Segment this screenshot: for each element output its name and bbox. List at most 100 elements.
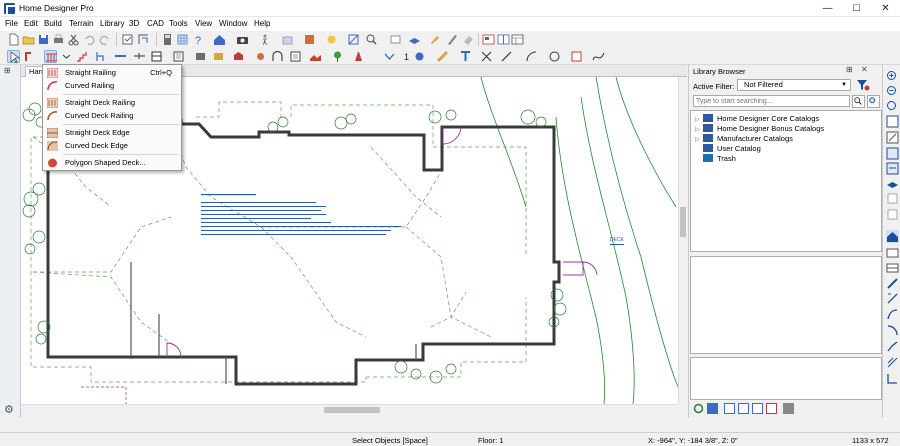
- render-icon[interactable]: [303, 33, 316, 46]
- select-arrow-icon[interactable]: [7, 50, 20, 64]
- cad-box-icon[interactable]: [570, 50, 583, 63]
- dormer-tool-icon[interactable]: [271, 50, 284, 63]
- menu-item-curved-railing[interactable]: Curved Railing: [43, 80, 181, 92]
- space-tool-icon[interactable]: [289, 50, 302, 63]
- view-grid-icon[interactable]: [766, 403, 777, 414]
- menu-cad[interactable]: CAD: [147, 19, 164, 28]
- menu-item-polygon-shaped-deck[interactable]: Polygon Shaped Deck...: [43, 157, 181, 169]
- callout-tool-icon[interactable]: [413, 50, 426, 63]
- vertical-scrollbar[interactable]: [678, 77, 687, 404]
- text-label-icon[interactable]: [459, 50, 472, 63]
- gear-icon[interactable]: ⚙: [4, 403, 14, 416]
- menu-terrain[interactable]: Terrain: [69, 19, 93, 28]
- home-icon[interactable]: [886, 230, 899, 243]
- cad-arc-icon[interactable]: [525, 50, 538, 63]
- maximize-button[interactable]: ☐: [842, 0, 871, 17]
- door-tool-icon[interactable]: [114, 50, 127, 63]
- catalog-options-icon[interactable]: [783, 403, 794, 414]
- search-options-icon[interactable]: [867, 95, 880, 108]
- close-icon[interactable]: ✕: [861, 65, 868, 74]
- text-tool-icon[interactable]: [383, 50, 396, 63]
- sun-tool-icon[interactable]: [254, 50, 267, 63]
- grid-icon[interactable]: [176, 33, 189, 46]
- road-tool-icon[interactable]: [352, 50, 365, 63]
- terrain-tool-icon[interactable]: [309, 50, 322, 63]
- refresh-icon[interactable]: [693, 403, 704, 414]
- view-elevation-icon[interactable]: [886, 246, 899, 259]
- fixture-tool-icon[interactable]: [150, 50, 163, 63]
- expand-icon[interactable]: ▷: [695, 116, 703, 123]
- stairs-tool-icon[interactable]: [76, 50, 89, 63]
- open-folder-icon[interactable]: [22, 33, 35, 46]
- railing-tool-icon[interactable]: [44, 50, 57, 63]
- expand-icon[interactable]: ▷: [695, 126, 703, 133]
- view-section-icon[interactable]: [886, 261, 899, 274]
- transparency-icon[interactable]: [281, 33, 294, 46]
- align-view-icon[interactable]: [886, 372, 899, 385]
- edit-area-icon[interactable]: [347, 33, 360, 46]
- undo-icon[interactable]: [83, 33, 96, 46]
- layer-set-icon[interactable]: [886, 177, 899, 190]
- view-3d-icon[interactable]: [886, 147, 899, 160]
- wall-tool-icon[interactable]: [23, 50, 36, 63]
- menu-build[interactable]: Build: [44, 19, 62, 28]
- curve-view-icon[interactable]: [886, 308, 899, 321]
- tree-item-bonus-catalogs[interactable]: ▷ Home Designer Bonus Catalogs: [695, 124, 824, 134]
- color-icon[interactable]: [446, 33, 459, 46]
- new-plan-icon[interactable]: [7, 33, 20, 46]
- menu-edit[interactable]: Edit: [24, 19, 38, 28]
- select-objects-icon[interactable]: [121, 33, 134, 46]
- zoom-in-icon[interactable]: [886, 70, 899, 83]
- menu-item-straight-railing[interactable]: Straight Railing Ctrl+Q: [43, 67, 181, 79]
- home-view-icon[interactable]: [213, 33, 226, 46]
- menu-view[interactable]: View: [195, 19, 212, 28]
- cad-polyline-icon[interactable]: [500, 50, 513, 63]
- display-options-icon[interactable]: [886, 162, 899, 175]
- pin-icon[interactable]: ⊞: [846, 65, 853, 74]
- view-pin-icon[interactable]: ⊞: [4, 66, 11, 75]
- help-icon[interactable]: ?: [192, 33, 205, 46]
- expand-icon[interactable]: ▷: [695, 136, 703, 143]
- redo-icon[interactable]: [98, 33, 111, 46]
- menu-item-straight-deck-edge[interactable]: Straight Deck Edge: [43, 127, 181, 139]
- menu-item-curved-deck-edge[interactable]: Curved Deck Edge: [43, 140, 181, 152]
- window-tool-icon[interactable]: [133, 50, 146, 63]
- plant-tool-icon[interactable]: [331, 50, 344, 63]
- menu-item-curved-deck-railing[interactable]: Curved Deck Railing: [43, 110, 181, 122]
- menu-window[interactable]: Window: [219, 19, 247, 28]
- fill-window-icon[interactable]: [886, 115, 899, 128]
- floor-plan-view-icon[interactable]: [482, 33, 495, 46]
- tree-item-trash[interactable]: Trash: [695, 154, 736, 164]
- add-to-plan-icon[interactable]: [707, 403, 718, 414]
- zoom-out-icon[interactable]: [886, 85, 899, 98]
- menu-library[interactable]: Library: [100, 19, 124, 28]
- save-icon[interactable]: [37, 33, 50, 46]
- chain-view-icon[interactable]: [886, 340, 899, 353]
- filter-icon[interactable]: [856, 78, 870, 92]
- dimension-icon[interactable]: [137, 33, 150, 46]
- window-tile-icon[interactable]: [497, 33, 510, 46]
- floor-down-icon[interactable]: [886, 208, 899, 221]
- calculator-icon[interactable]: [161, 33, 174, 46]
- arc-view-icon[interactable]: [886, 324, 899, 337]
- zoom-fill-icon[interactable]: [365, 33, 378, 46]
- view-split-icon[interactable]: [752, 403, 763, 414]
- cad-circle-icon[interactable]: [548, 50, 561, 63]
- tree-item-manufacturer-catalogs[interactable]: ▷ Manufacturer Catalogs: [695, 134, 793, 144]
- menu-item-straight-deck-railing[interactable]: Straight Deck Railing: [43, 97, 181, 109]
- tree-item-core-catalogs[interactable]: ▷ Home Designer Core Catalogs: [695, 114, 819, 124]
- offset-view-icon[interactable]: [886, 356, 899, 369]
- search-icon[interactable]: [852, 95, 865, 108]
- walkthrough-icon[interactable]: [259, 33, 272, 46]
- reference-display-icon[interactable]: [389, 33, 402, 46]
- material-tool-icon[interactable]: [194, 50, 207, 63]
- menu-3d[interactable]: 3D: [129, 19, 139, 28]
- dimension-number-icon[interactable]: 1: [400, 50, 413, 63]
- close-button[interactable]: ✕: [871, 0, 900, 17]
- menu-file[interactable]: File: [5, 19, 18, 28]
- view-tree-icon[interactable]: [738, 403, 749, 414]
- horizontal-scroll-thumb[interactable]: [324, 407, 380, 413]
- floor-up-icon[interactable]: [886, 192, 899, 205]
- camera-icon[interactable]: [236, 33, 249, 46]
- cut-icon[interactable]: [67, 33, 80, 46]
